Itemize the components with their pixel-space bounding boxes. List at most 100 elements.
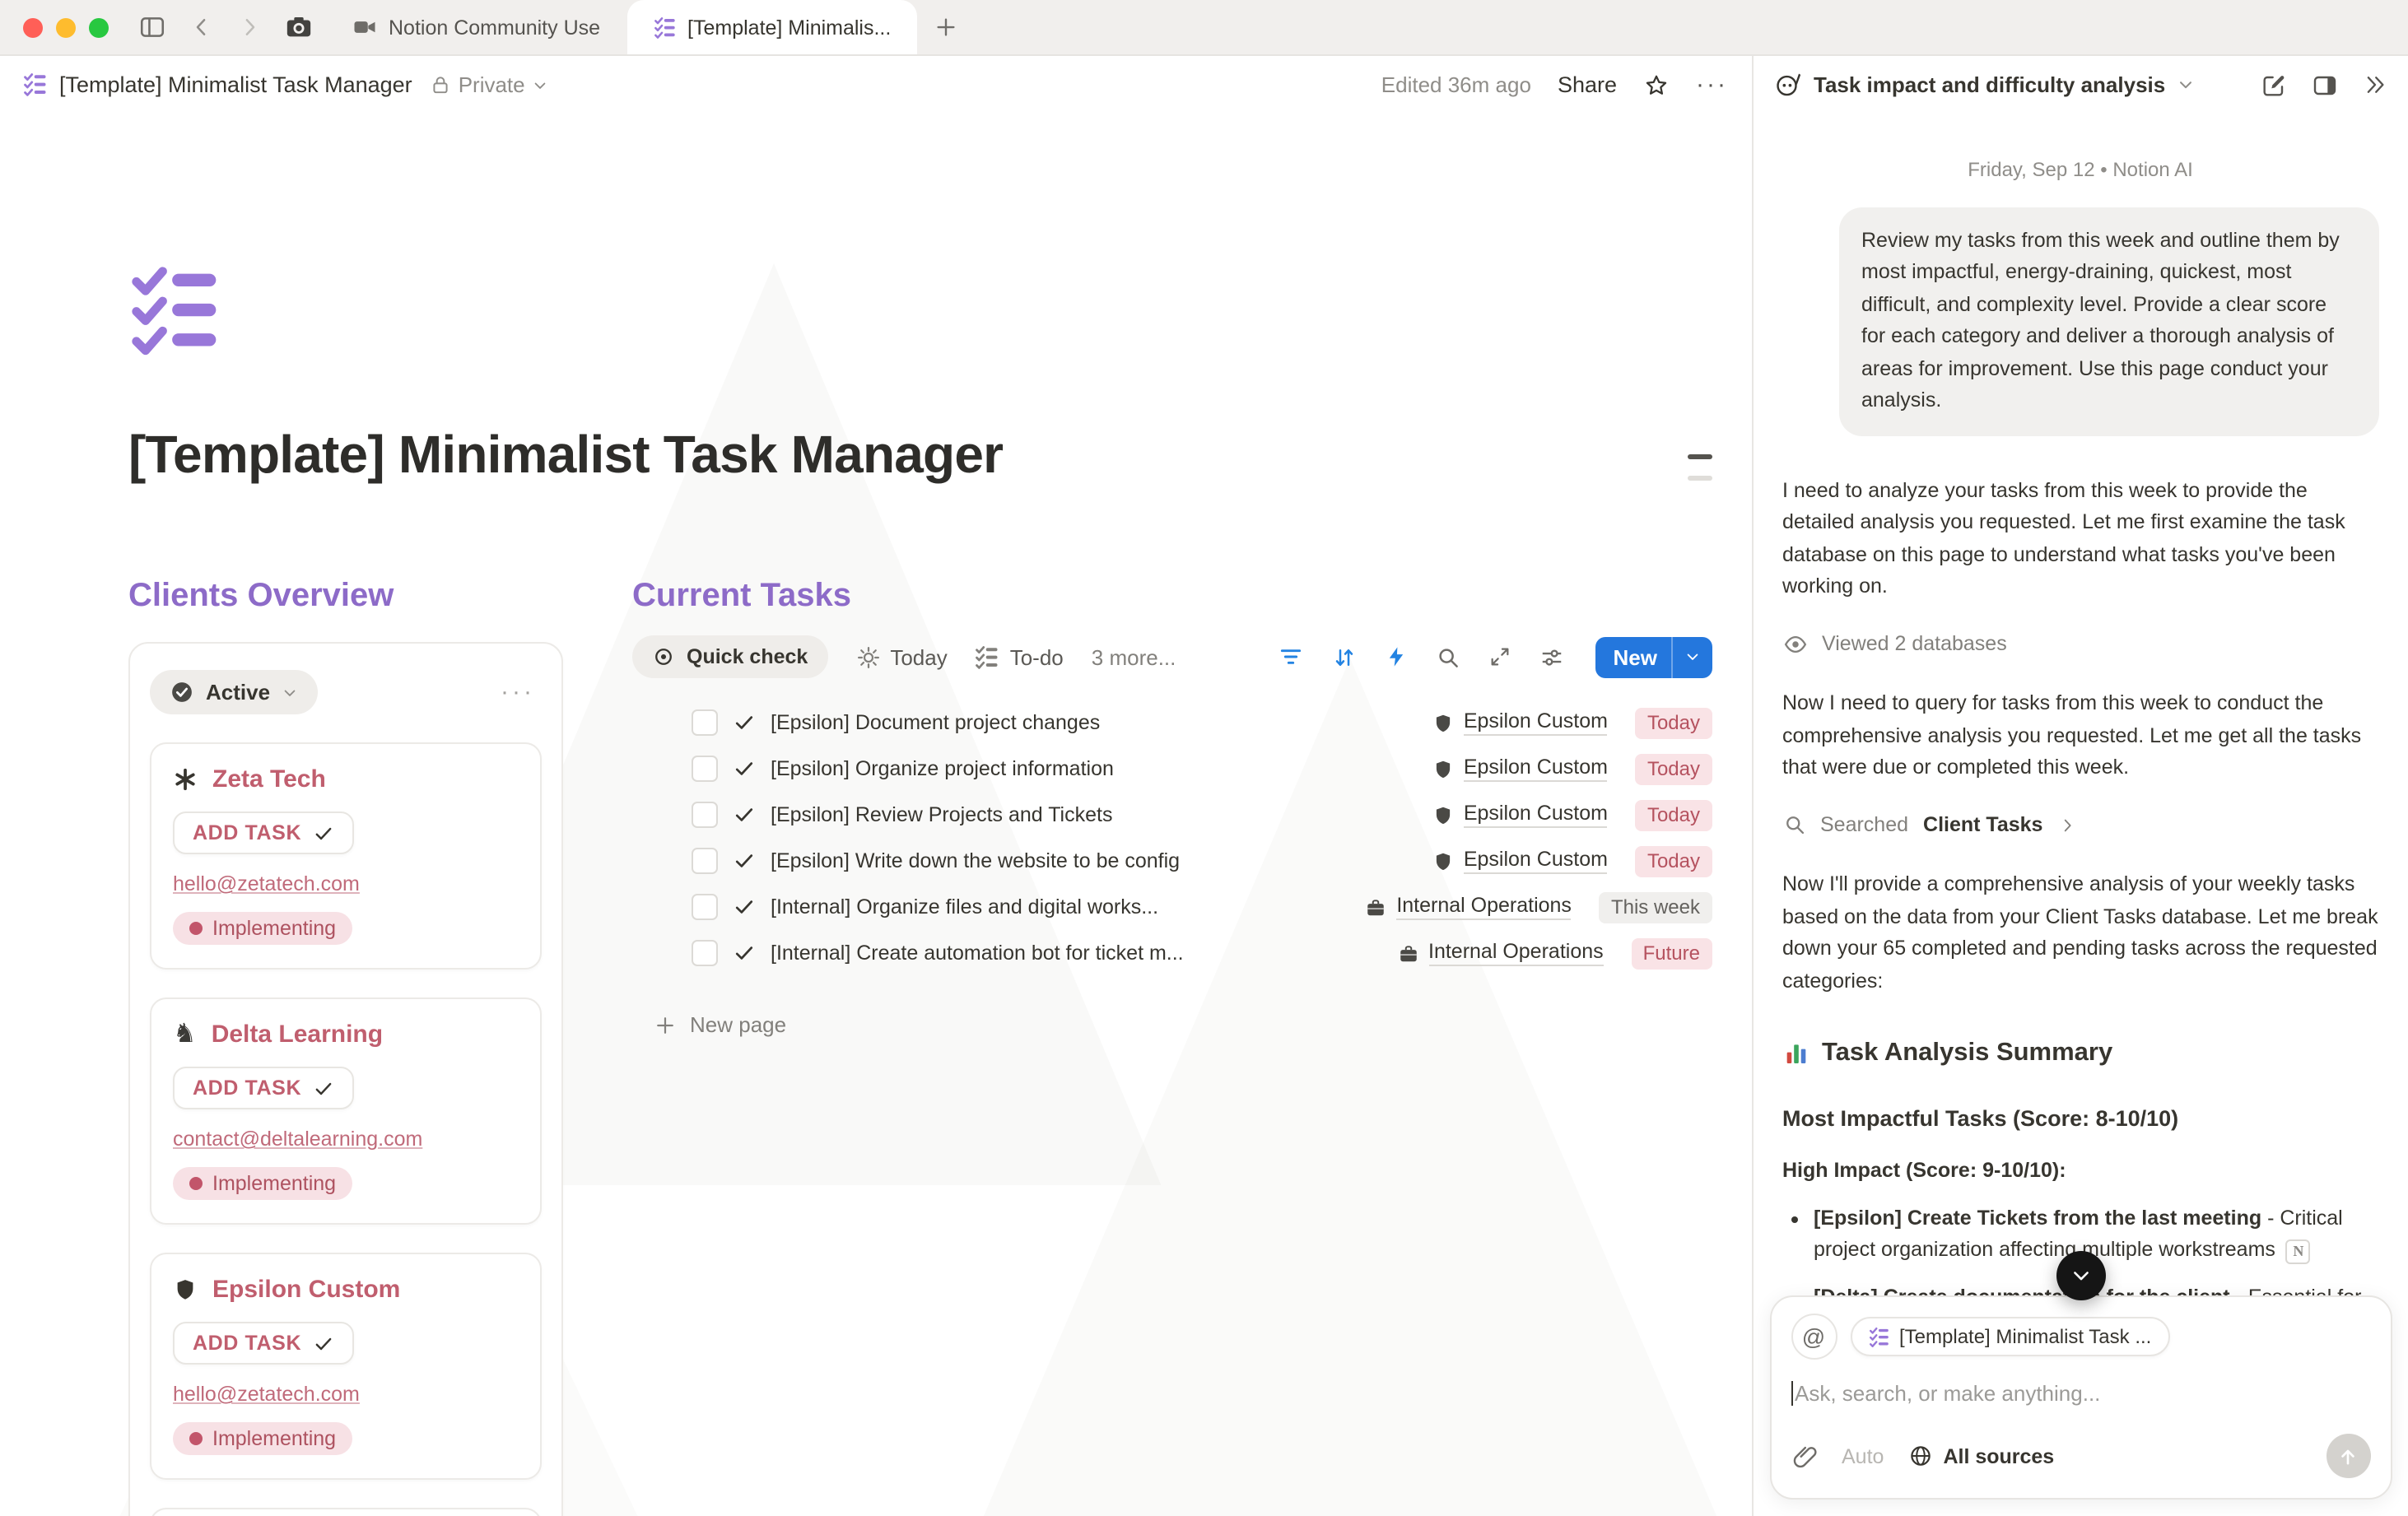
client-email-link[interactable]: hello@zetatech.com xyxy=(173,1383,519,1406)
due-date-badge[interactable]: This week xyxy=(1600,891,1712,923)
chevron-down-icon[interactable] xyxy=(2177,76,2195,94)
clients-more-button[interactable]: ··· xyxy=(501,678,542,706)
clients-gallery: Active ··· Zeta Tech xyxy=(128,642,563,1516)
task-row[interactable]: [Internal] Organize files and digital wo… xyxy=(692,884,1712,930)
ai-input-box[interactable]: @ [Template] Minimalist Task ... Auto xyxy=(1769,1295,2392,1500)
send-button[interactable] xyxy=(2326,1434,2370,1478)
new-page-button[interactable]: New page xyxy=(654,1012,1712,1037)
task-checkbox[interactable] xyxy=(692,848,718,874)
collapsed-block-handle[interactable] xyxy=(1687,454,1712,458)
tab-notion-community[interactable]: Notion Community Use xyxy=(326,0,626,54)
new-tab-button[interactable] xyxy=(934,12,958,42)
scroll-to-bottom-button[interactable] xyxy=(2056,1251,2105,1300)
task-title[interactable]: [Epsilon] Organize project information xyxy=(771,757,1418,780)
task-checkbox[interactable] xyxy=(692,756,718,782)
task-checkbox[interactable] xyxy=(692,940,718,966)
searched-step[interactable]: Searched Client Tasks xyxy=(1782,809,2378,841)
task-title[interactable]: [Epsilon] Review Projects and Tickets xyxy=(771,803,1418,826)
view-tab-quick-check[interactable]: Quick check xyxy=(632,635,827,678)
camera-icon[interactable] xyxy=(285,13,313,41)
share-button[interactable]: Share xyxy=(1558,72,1617,97)
due-date-badge[interactable]: Today xyxy=(1636,799,1712,830)
model-auto-label[interactable]: Auto xyxy=(1842,1444,1884,1467)
sidebar-toggle-icon[interactable] xyxy=(138,13,166,41)
view-settings-button[interactable] xyxy=(1539,644,1564,669)
viewed-databases-step[interactable]: Viewed 2 databases xyxy=(1782,628,2378,660)
more-views-button[interactable]: 3 more... xyxy=(1092,644,1176,669)
automation-button[interactable] xyxy=(1385,645,1408,668)
ai-prompt-input[interactable] xyxy=(1793,1381,2370,1406)
panel-layout-icon[interactable] xyxy=(2311,72,2337,98)
clients-view-tab-active[interactable]: Active xyxy=(150,670,318,714)
client-name[interactable]: Epsilon Custom xyxy=(212,1276,400,1304)
all-sources-button[interactable]: All sources xyxy=(1908,1444,2054,1468)
sliders-icon xyxy=(1539,644,1564,669)
filter-button[interactable] xyxy=(1278,644,1304,670)
mention-button[interactable]: @ xyxy=(1791,1314,1837,1360)
task-title[interactable]: [Internal] Organize files and digital wo… xyxy=(771,895,1350,918)
forward-icon[interactable] xyxy=(237,15,262,40)
sort-icon xyxy=(1332,644,1357,669)
task-checkbox[interactable] xyxy=(692,894,718,920)
task-row[interactable]: [Internal] Create automation bot for tic… xyxy=(692,930,1712,976)
privacy-dropdown[interactable]: Private xyxy=(431,72,548,97)
task-title[interactable]: [Epsilon] Document project changes xyxy=(771,711,1418,734)
close-window-button[interactable] xyxy=(23,17,43,37)
due-date-badge[interactable]: Today xyxy=(1636,707,1712,738)
due-date-badge[interactable]: Future xyxy=(1632,937,1712,969)
ai-thread-title[interactable]: Task impact and difficulty analysis xyxy=(1814,72,2165,97)
task-row[interactable]: [Epsilon] Organize project information E… xyxy=(692,746,1712,792)
client-card[interactable]: Zeta Tech ADD TASK hello@zetatech.com Im… xyxy=(150,742,542,970)
task-title[interactable]: [Internal] Create automation bot for tic… xyxy=(771,942,1382,965)
due-date-badge[interactable]: Today xyxy=(1636,845,1712,877)
task-checkbox[interactable] xyxy=(692,709,718,736)
task-client-relation[interactable]: Epsilon Custom xyxy=(1432,709,1608,736)
zoom-window-button[interactable] xyxy=(89,17,109,37)
task-client-relation[interactable]: Epsilon Custom xyxy=(1432,756,1608,782)
breadcrumb[interactable]: [Template] Minimalist Task Manager xyxy=(59,72,412,97)
client-card[interactable]: ♞ Delta Learning ADD TASK contact@deltal… xyxy=(150,997,542,1225)
task-client-relation[interactable]: Internal Operations xyxy=(1397,940,1604,966)
searched-target[interactable]: Client Tasks xyxy=(1923,809,2042,841)
compose-icon[interactable] xyxy=(2260,72,2286,98)
sort-button[interactable] xyxy=(1332,644,1357,669)
page-title[interactable]: [Template] Minimalist Task Manager xyxy=(128,425,1751,486)
add-task-button[interactable]: ADD TASK xyxy=(173,1067,354,1109)
collapsed-block-handle[interactable] xyxy=(1687,476,1712,480)
task-client-relation[interactable]: Internal Operations xyxy=(1365,894,1572,920)
page-icon-checklist[interactable] xyxy=(128,263,224,359)
paperclip-icon[interactable] xyxy=(1791,1443,1817,1469)
new-task-button[interactable]: New xyxy=(1595,636,1712,677)
more-options-button[interactable]: ··· xyxy=(1696,71,1728,99)
ai-panel-header: Task impact and difficulty analysis xyxy=(1753,54,2408,115)
favorite-star-icon[interactable] xyxy=(1643,72,1670,98)
task-client-relation[interactable]: Epsilon Custom xyxy=(1432,802,1608,828)
client-email-link[interactable]: contact@deltalearning.com xyxy=(173,1128,519,1151)
notion-page-badge-icon[interactable]: N xyxy=(2286,1240,2311,1265)
task-title[interactable]: [Epsilon] Write down the website to be c… xyxy=(771,849,1418,872)
client-name[interactable]: Delta Learning xyxy=(212,1021,383,1049)
new-button-dropdown[interactable] xyxy=(1672,649,1712,665)
client-card[interactable]: Epsilon Custom ADD TASK hello@zetatech.c… xyxy=(150,1253,542,1480)
due-date-badge[interactable]: Today xyxy=(1636,753,1712,784)
view-tab-todo[interactable]: To-do xyxy=(976,644,1064,669)
client-name[interactable]: Zeta Tech xyxy=(212,765,326,793)
minimize-window-button[interactable] xyxy=(56,17,76,37)
add-task-button[interactable]: ADD TASK xyxy=(173,811,354,854)
double-chevron-right-icon[interactable] xyxy=(2362,72,2387,97)
task-client-relation[interactable]: Epsilon Custom xyxy=(1432,848,1608,874)
task-checkbox[interactable] xyxy=(692,802,718,828)
task-row[interactable]: [Epsilon] Write down the website to be c… xyxy=(692,838,1712,884)
view-tab-today[interactable]: Today xyxy=(855,644,947,669)
add-task-button[interactable]: ADD TASK xyxy=(173,1322,354,1365)
task-row[interactable]: [Epsilon] Review Projects and Tickets Ep… xyxy=(692,792,1712,838)
back-icon[interactable] xyxy=(189,15,214,40)
task-row[interactable]: [Epsilon] Document project changes Epsil… xyxy=(692,700,1712,746)
context-page-chip[interactable]: [Template] Minimalist Task ... xyxy=(1850,1317,2169,1356)
search-button[interactable] xyxy=(1436,644,1460,669)
plus-icon xyxy=(654,1013,677,1036)
expand-button[interactable] xyxy=(1488,645,1511,668)
tab-template-task-manager[interactable]: [Template] Minimalis... xyxy=(626,0,917,54)
client-email-link[interactable]: hello@zetatech.com xyxy=(173,872,519,895)
client-card[interactable]: ♞ Delta Learning ADD TASK contact@deltal… xyxy=(150,1508,542,1516)
